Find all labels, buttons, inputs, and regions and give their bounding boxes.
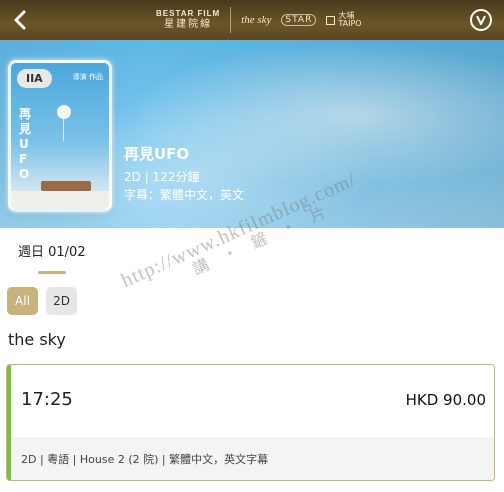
bestar-logo: BESTAR FILM 星建院線 xyxy=(156,10,220,30)
filter-2d-button[interactable]: 2D xyxy=(46,287,77,315)
back-button[interactable] xyxy=(6,6,34,34)
showtime-price: HKD 90.00 xyxy=(405,391,486,409)
poster-people xyxy=(41,181,91,191)
account-button[interactable] xyxy=(470,9,492,31)
movie-info: 2D | 122分鐘 字幕：繁體中文，英文 xyxy=(124,168,244,204)
logo-divider xyxy=(230,7,232,33)
balloon-string xyxy=(63,119,64,141)
balloon-graphic xyxy=(57,105,71,119)
bestar-logo-zh: 星建院線 xyxy=(164,19,213,30)
taipo-logo-en: TAIPO xyxy=(338,19,362,28)
the-sky-logo: the sky xyxy=(241,14,272,26)
movie-poster: IIA 導演 作品 再見UFO xyxy=(8,60,112,212)
brand-logos: BESTAR FILM 星建院線 the sky STAR 大埔 TAIPO xyxy=(156,7,362,33)
poster-title: 再見UFO xyxy=(19,107,32,181)
taipo-logo-mark xyxy=(326,15,336,25)
showtime-details: 2D | 粵語 | House 2 (2 院) | 繁體中文，英文字幕 xyxy=(11,437,494,480)
subtitle-info: 字幕：繁體中文，英文 xyxy=(124,188,245,202)
poster-ground xyxy=(11,191,109,209)
cinema-name: the sky xyxy=(8,330,66,349)
showtime-card[interactable]: 17:25 HKD 90.00 2D | 粵語 | House 2 (2 院) … xyxy=(6,364,495,481)
v-circle-icon xyxy=(476,15,486,25)
taipo-logo: 大埔 TAIPO xyxy=(326,12,362,28)
chevron-left-icon xyxy=(14,10,26,30)
bestar-logo-en: BESTAR FILM xyxy=(156,9,221,18)
rating-badge: IIA xyxy=(17,69,52,88)
showtime-time: 17:25 xyxy=(21,389,73,410)
filter-all-button[interactable]: All xyxy=(7,287,38,315)
format-runtime: 2D | 122分鐘 xyxy=(124,170,200,184)
movie-title: 再見UFO xyxy=(124,145,190,163)
movie-banner: IIA 導演 作品 再見UFO 再見UFO 2D | 122分鐘 字幕：繁體中文… xyxy=(0,40,504,228)
date-tab[interactable]: 週日 01/02 xyxy=(18,241,86,260)
poster-top-text: 導演 作品 xyxy=(72,73,103,81)
top-header: BESTAR FILM 星建院線 the sky STAR 大埔 TAIPO xyxy=(0,0,504,40)
star-logo: STAR xyxy=(281,14,317,26)
date-tab-underline xyxy=(38,271,66,274)
